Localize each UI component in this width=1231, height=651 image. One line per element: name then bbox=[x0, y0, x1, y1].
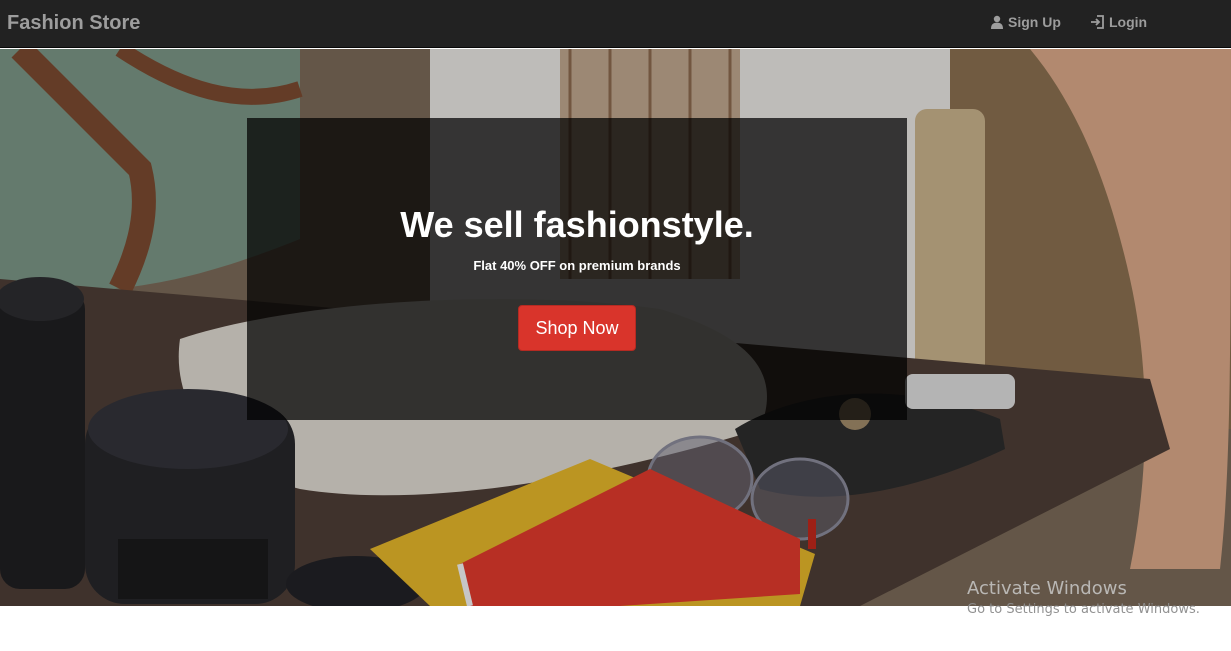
watermark-subtitle: Go to Settings to activate Windows. bbox=[967, 602, 1200, 617]
hero-subtitle: Flat 40% OFF on premium brands bbox=[473, 258, 681, 273]
watermark-title: Activate Windows bbox=[967, 578, 1127, 599]
hero-overlay: We sell fashionstyle. Flat 40% OFF on pr… bbox=[247, 118, 907, 420]
log-in-icon bbox=[1090, 15, 1105, 29]
hero-banner: We sell fashionstyle. Flat 40% OFF on pr… bbox=[0, 49, 1231, 606]
brand-link[interactable]: Fashion Store bbox=[7, 12, 140, 35]
hero-title: We sell fashionstyle. bbox=[400, 204, 754, 245]
login-link[interactable]: Login bbox=[1090, 14, 1147, 30]
shop-now-button[interactable]: Shop Now bbox=[518, 305, 636, 351]
signup-link[interactable]: Sign Up bbox=[990, 14, 1061, 30]
user-icon bbox=[990, 15, 1004, 29]
signup-label: Sign Up bbox=[1008, 14, 1061, 30]
activate-windows-watermark: Activate Windows Go to Settings to activ… bbox=[967, 578, 1200, 617]
login-label: Login bbox=[1109, 14, 1148, 30]
navbar: Fashion Store Sign Up Login bbox=[0, 0, 1231, 48]
